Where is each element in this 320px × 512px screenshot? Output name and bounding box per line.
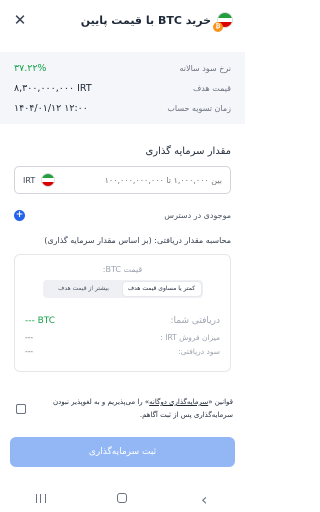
nav-back-button[interactable]: ‹: [189, 490, 219, 509]
terms-prefix: قوانین «: [208, 398, 233, 406]
info-row-annual-rate: ۳۷.۲۲% نرخ سود سالانه: [14, 58, 231, 78]
sell-price-label: میزان فروش IRT :: [160, 332, 220, 342]
terms-row: قوانین «سرمایه‌گذاری دوگانه» را می‌پذیری…: [12, 396, 233, 426]
settlement-time-label: زمان تسویه حساب: [167, 103, 231, 113]
title-wrap: خرید BTC با قیمت پایین ₿: [80, 12, 233, 32]
btc-iran-flag-icon: ₿: [213, 12, 233, 32]
android-nav-bar: ‹: [0, 486, 245, 512]
nav-home-button[interactable]: [107, 492, 137, 506]
segment-above-target[interactable]: بیشتر از قیمت هدف: [45, 282, 123, 296]
currency-label: IRT: [23, 175, 36, 185]
available-balance-label: موجودی در دسترس: [164, 210, 231, 220]
submit-investment-button[interactable]: ثبت سرمایه‌گذاری: [10, 437, 235, 467]
terms-checkbox[interactable]: [16, 404, 26, 414]
investment-title: مقدار سرمایه گذاری: [145, 146, 231, 157]
add-balance-icon[interactable]: +: [14, 209, 25, 221]
btc-badge-icon: ₿: [213, 22, 223, 32]
profit-label: سود دریافتی:: [178, 346, 220, 356]
annual-rate-value: ۳۷.۲۲%: [14, 62, 47, 74]
close-icon[interactable]: ✕: [12, 11, 28, 29]
target-price-value: ۸,۳۰۰,۰۰۰,۰۰۰ IRT: [14, 82, 92, 94]
available-balance-row: + موجودی در دسترس: [14, 208, 231, 222]
btc-price-label: قیمت BTC:: [102, 265, 143, 274]
info-row-target-price: ۸,۳۰۰,۰۰۰,۰۰۰ IRT قیمت هدف: [14, 78, 231, 98]
profit-row: --- سود دریافتی:: [25, 344, 220, 358]
calculation-card: قیمت BTC: بیشتر از قیمت هدف کمتر یا مساو…: [14, 254, 231, 372]
terms-text: قوانین «سرمایه‌گذاری دوگانه» را می‌پذیری…: [33, 396, 233, 422]
sell-price-row: --- میزان فروش IRT :: [25, 330, 220, 344]
received-label: دریافتی شما:: [170, 316, 221, 326]
iran-flag-icon: [41, 173, 56, 187]
calculation-title: محاسبه مقدار دریافتی: (بر اساس مقدار سرم…: [44, 236, 231, 245]
info-panel: ۳۷.۲۲% نرخ سود سالانه ۸,۳۰۰,۰۰۰,۰۰۰ IRT …: [0, 52, 245, 124]
screen: ✕ خرید BTC با قیمت پایین ₿ ۳۷.۲۲% نرخ سو…: [0, 0, 245, 512]
profit-value: ---: [25, 346, 34, 356]
target-price-label: قیمت هدف: [193, 83, 231, 93]
settlement-time-value: ۱۴۰۴/۰۱/۱۲ ۱۲:۰۰: [14, 102, 88, 114]
recents-icon: [35, 493, 46, 503]
segment-below-target[interactable]: کمتر یا مساوی قیمت هدف: [122, 282, 201, 296]
header: ✕ خرید BTC با قیمت پایین ₿: [0, 0, 245, 40]
page-title: خرید BTC با قیمت پایین: [80, 13, 211, 27]
annual-rate-label: نرخ سود سالانه: [179, 63, 231, 73]
nav-recents-button[interactable]: [26, 493, 56, 506]
received-value: --- BTC: [25, 316, 56, 326]
home-icon: [117, 492, 128, 503]
sell-price-value: ---: [25, 332, 34, 342]
back-icon: ‹: [200, 489, 208, 509]
price-scenario-toggle: بیشتر از قیمت هدف کمتر یا مساوی قیمت هدف: [42, 280, 203, 298]
amount-input-box[interactable]: IRT: [14, 166, 231, 194]
terms-link[interactable]: سرمایه‌گذاری دوگانه: [149, 398, 208, 406]
info-row-settlement-time: ۱۴۰۴/۰۱/۱۲ ۱۲:۰۰ زمان تسویه حساب: [14, 98, 231, 118]
amount-input[interactable]: [61, 175, 222, 185]
received-row: --- BTC دریافتی شما:: [25, 312, 220, 330]
